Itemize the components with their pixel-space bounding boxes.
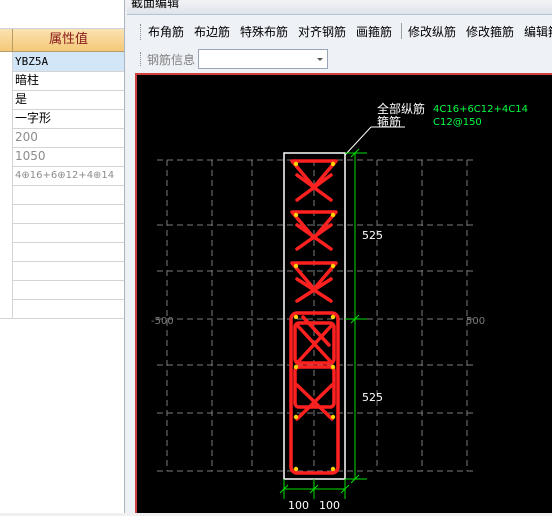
modify-longitudinal-button[interactable]: 修改纵筋 <box>408 23 456 41</box>
property-row[interactable]: 1050 <box>0 147 124 167</box>
rebar-point[interactable] <box>293 466 299 472</box>
rebar-point[interactable] <box>330 414 336 420</box>
label-longitudinal: 全部纵筋 <box>377 101 425 116</box>
rebar-point[interactable] <box>330 466 336 472</box>
property-value[interactable]: 200 <box>15 128 38 147</box>
property-value[interactable]: YBZ5A <box>15 52 48 71</box>
row-index-cell <box>0 128 13 147</box>
rebar-info-select[interactable] <box>198 49 328 69</box>
rebar-point[interactable] <box>330 314 336 320</box>
property-value[interactable]: 4⊕16+6⊕12+4⊕14 <box>15 166 114 185</box>
dim-bottom-right-label: 100 <box>319 499 340 512</box>
toolbar-grip[interactable] <box>140 52 144 66</box>
axis-label-left: -500 <box>151 316 174 327</box>
property-row[interactable]: 暗柱 <box>0 71 124 91</box>
rebar-point[interactable] <box>330 263 336 269</box>
draw-stirrup-button[interactable]: 画箍筋 <box>356 23 392 41</box>
toolbar-grip[interactable] <box>140 24 144 40</box>
vertical-dimension <box>345 148 367 484</box>
row-index-cell <box>0 299 13 318</box>
rebar-point[interactable] <box>293 161 299 167</box>
grid-lines <box>157 159 477 472</box>
special-rebar-button[interactable]: 特殊布筋 <box>240 23 288 41</box>
property-row[interactable]: 是 <box>0 90 124 110</box>
property-grid-toolbar <box>0 0 124 29</box>
modify-stirrup-button[interactable]: 修改箍筋 <box>466 23 514 41</box>
rebar-point[interactable] <box>330 161 336 167</box>
dim-bottom-left-label: 100 <box>288 499 309 512</box>
leader-line <box>344 126 372 156</box>
row-index-cell <box>0 280 13 299</box>
row-index-cell <box>0 147 13 166</box>
section-editor-window: 截面编辑 布角筋 布边筋 特殊布筋 对齐钢筋 画箍筋 修改纵筋 修改箍筋 编辑箍… <box>127 0 552 513</box>
rebar-info-label: 钢筋信息 <box>147 53 196 67</box>
property-row[interactable] <box>0 242 124 262</box>
property-row[interactable] <box>0 223 124 243</box>
property-row[interactable]: 4⊕16+6⊕12+4⊕14 <box>0 166 124 186</box>
row-index-cell <box>0 52 13 71</box>
window-title: 截面编辑 <box>131 0 180 10</box>
corner-rebar-button[interactable]: 布角筋 <box>148 23 184 41</box>
property-row[interactable] <box>0 204 124 224</box>
property-value[interactable]: 暗柱 <box>15 71 39 90</box>
align-rebar-button[interactable]: 对齐钢筋 <box>298 23 346 41</box>
value-longitudinal: 4C16+6C12+4C14 <box>433 104 528 115</box>
rebar-point[interactable] <box>293 364 299 370</box>
property-grid-header: 属性值 <box>0 29 124 52</box>
value-stirrup: C12@150 <box>433 117 482 128</box>
property-value-header: 属性值 <box>48 32 88 47</box>
rebar-point[interactable] <box>293 314 299 320</box>
window-titlebar: 截面编辑 <box>127 0 552 15</box>
property-row[interactable] <box>0 261 124 281</box>
row-index-cell <box>0 90 13 109</box>
rebar-point[interactable] <box>293 414 299 420</box>
rebar-point[interactable] <box>330 212 336 218</box>
rebar-point[interactable] <box>330 364 336 370</box>
property-value[interactable]: 1050 <box>15 147 46 166</box>
row-index-cell <box>0 204 13 223</box>
main-toolbar: 布角筋 布边筋 特殊布筋 对齐钢筋 画箍筋 修改纵筋 修改箍筋 编辑箍 <box>127 18 552 44</box>
rebar-point[interactable] <box>293 263 299 269</box>
label-stirrup: 箍筋 <box>377 114 401 129</box>
row-index-cell <box>0 242 13 261</box>
property-row[interactable]: YBZ5A <box>0 52 124 72</box>
property-row[interactable] <box>0 280 124 300</box>
toolbar-separator <box>401 23 402 39</box>
row-index-cell <box>0 109 13 128</box>
property-grid: 属性值 YBZ5A 暗柱是一字形 200 1050 4⊕16+6⊕12+4⊕14 <box>0 0 125 513</box>
axis-label-right: 500 <box>466 316 485 327</box>
row-index-cell <box>0 185 13 204</box>
property-row[interactable] <box>0 185 124 205</box>
row-index-cell <box>0 166 13 185</box>
section-drawing[interactable]: -500 500 全部纵筋 箍筋 4C16+6C12+4C14 C12@150 … <box>137 75 552 513</box>
property-row[interactable] <box>0 299 124 319</box>
dim-upper-label: 525 <box>362 229 383 242</box>
row-index-cell <box>0 71 13 90</box>
rebar-point[interactable] <box>293 212 299 218</box>
property-row[interactable]: 一字形 <box>0 109 124 129</box>
side-rebar-button[interactable]: 布边筋 <box>194 23 230 41</box>
property-row[interactable]: 200 <box>0 128 124 148</box>
rebar-info-toolbar: 钢筋信息 <box>127 45 552 73</box>
dim-lower-label: 525 <box>362 391 383 404</box>
chevron-down-icon[interactable] <box>313 50 327 68</box>
property-value[interactable]: 一字形 <box>15 109 51 128</box>
section-canvas[interactable]: -500 500 全部纵筋 箍筋 4C16+6C12+4C14 C12@150 … <box>135 73 552 513</box>
property-value[interactable]: 是 <box>15 90 27 109</box>
row-index-cell <box>0 223 13 242</box>
horizontal-dimension <box>279 479 350 499</box>
row-index-cell <box>0 261 13 280</box>
edit-stirrup-button[interactable]: 编辑箍 <box>524 23 552 41</box>
header-index-cell <box>0 29 13 51</box>
